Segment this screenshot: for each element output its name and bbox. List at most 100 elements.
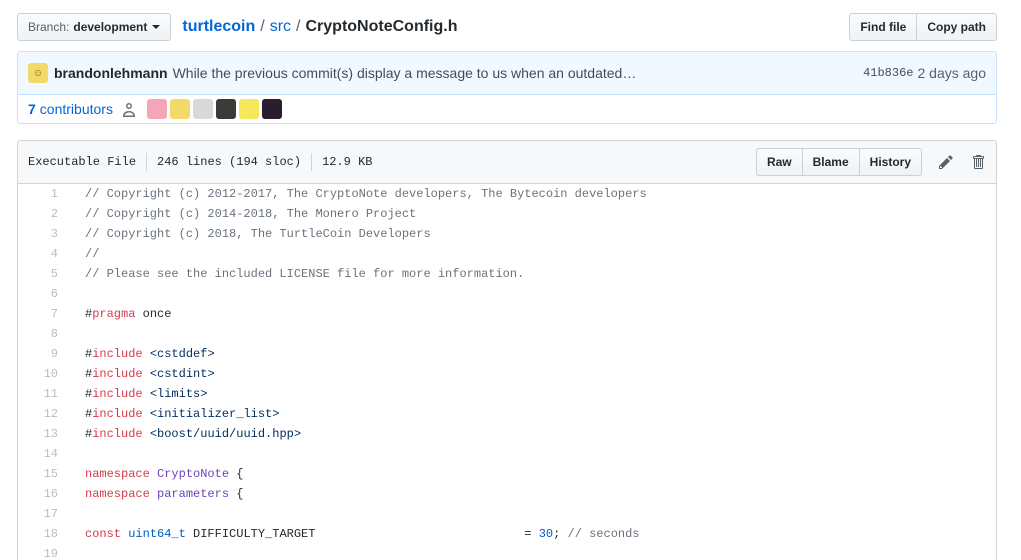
- author-avatar[interactable]: ☺: [28, 63, 48, 83]
- line-source: namespace parameters {: [68, 484, 243, 504]
- code-token: {: [229, 487, 244, 501]
- code-line: 17: [18, 504, 996, 524]
- code-token: namespace: [85, 487, 150, 501]
- line-number[interactable]: 1: [18, 184, 68, 204]
- code-token: // Copyright (c) 2012-2017, The CryptoNo…: [85, 187, 647, 201]
- line-number[interactable]: 5: [18, 264, 68, 284]
- code-token: // Please see the included LICENSE file …: [85, 267, 525, 281]
- code-token: pragma: [92, 307, 136, 321]
- pencil-icon[interactable]: [938, 154, 954, 170]
- line-number[interactable]: 2: [18, 204, 68, 224]
- line-number[interactable]: 6: [18, 284, 68, 304]
- line-number[interactable]: 13: [18, 424, 68, 444]
- divider: [146, 153, 148, 171]
- contributor-avatar[interactable]: [169, 99, 190, 119]
- line-number[interactable]: 3: [18, 224, 68, 244]
- contributor-avatar[interactable]: [215, 99, 236, 119]
- line-source: [68, 544, 85, 560]
- code-token: uint64_t: [128, 527, 186, 541]
- contributors-label[interactable]: contributors: [40, 101, 113, 117]
- line-number[interactable]: 10: [18, 364, 68, 384]
- caret-down-icon: [152, 25, 161, 29]
- trash-icon[interactable]: [970, 154, 986, 170]
- line-source: #include <boost/uuid/uuid.hpp>: [68, 424, 301, 444]
- line-source: #pragma once: [68, 304, 171, 324]
- commit-message-link[interactable]: While the previous commit(s) display a m…: [173, 65, 637, 81]
- code-token: once: [135, 307, 172, 321]
- code-token: // Copyright (c) 2014-2018, The Monero P…: [85, 207, 417, 221]
- contributors-row: 7 contributors: [18, 95, 996, 123]
- contributor-avatar[interactable]: [261, 99, 282, 119]
- code-line: 12 #include <initializer_list>: [18, 404, 996, 424]
- line-source: // Copyright (c) 2014-2018, The Monero P…: [68, 204, 416, 224]
- code-token: <cstddef>: [149, 347, 215, 361]
- line-source: #include <cstdint>: [68, 364, 215, 384]
- line-number[interactable]: 12: [18, 404, 68, 424]
- code-line: 18 const uint64_t DIFFICULTY_TARGET = 30;…: [18, 524, 996, 544]
- history-button[interactable]: History: [859, 148, 922, 176]
- file-mode: Executable File: [28, 155, 137, 169]
- file-button-group: Raw Blame History: [755, 148, 922, 176]
- breadcrumb-dir-link[interactable]: src: [270, 18, 291, 36]
- line-number[interactable]: 9: [18, 344, 68, 364]
- line-source: //: [68, 244, 99, 264]
- code-token: parameters: [157, 487, 230, 501]
- code-token: include: [92, 367, 143, 381]
- commit-tease: ☺ brandonlehmann While the previous comm…: [17, 51, 997, 124]
- line-number[interactable]: 16: [18, 484, 68, 504]
- branch-name: development: [73, 20, 148, 34]
- people-icon: [122, 102, 137, 117]
- code-token: const: [85, 527, 122, 541]
- line-source: [68, 324, 85, 344]
- line-number[interactable]: 11: [18, 384, 68, 404]
- code-token: include: [92, 347, 143, 361]
- file-navigation: Branch: development turtlecoin / src / C…: [17, 13, 997, 41]
- code-line: 4 //: [18, 244, 996, 264]
- find-file-button[interactable]: Find file: [849, 13, 918, 41]
- code-token: ;: [553, 527, 568, 541]
- line-number[interactable]: 4: [18, 244, 68, 264]
- line-number[interactable]: 8: [18, 324, 68, 344]
- line-source: [68, 504, 85, 524]
- commit-sha-link[interactable]: 41b836e: [863, 66, 913, 80]
- line-number[interactable]: 7: [18, 304, 68, 324]
- line-source: namespace CryptoNote {: [68, 464, 243, 484]
- line-number[interactable]: 18: [18, 524, 68, 544]
- breadcrumb-separator: /: [296, 18, 301, 35]
- code-token: // Copyright (c) 2018, The TurtleCoin De…: [85, 227, 431, 241]
- branch-select-button[interactable]: Branch: development: [17, 13, 172, 41]
- breadcrumb-repo-link[interactable]: turtlecoin: [182, 18, 255, 36]
- contributors-count[interactable]: 7: [28, 101, 36, 117]
- line-source: #include <cstddef>: [68, 344, 215, 364]
- code-token: namespace: [85, 467, 150, 481]
- code-token: //: [85, 247, 100, 261]
- contributor-avatar[interactable]: [238, 99, 259, 119]
- raw-button[interactable]: Raw: [755, 148, 803, 176]
- line-number[interactable]: 15: [18, 464, 68, 484]
- line-number[interactable]: 14: [18, 444, 68, 464]
- line-number[interactable]: 17: [18, 504, 68, 524]
- code-view: 1 // Copyright (c) 2012-2017, The CryptoN…: [18, 184, 996, 560]
- code-line: 2 // Copyright (c) 2014-2018, The Monero …: [18, 204, 996, 224]
- latest-commit-row: ☺ brandonlehmann While the previous comm…: [18, 52, 996, 95]
- file-actions: Raw Blame History: [755, 148, 986, 176]
- divider: [311, 153, 313, 171]
- line-source: #include <limits>: [68, 384, 207, 404]
- code-line: 16 namespace parameters {: [18, 484, 996, 504]
- commit-author-link[interactable]: brandonlehmann: [54, 65, 168, 81]
- contributor-avatar[interactable]: [192, 99, 213, 119]
- line-number[interactable]: 19: [18, 544, 68, 560]
- code-token: <initializer_list>: [149, 407, 280, 421]
- copy-path-button[interactable]: Copy path: [917, 13, 997, 41]
- blame-button[interactable]: Blame: [802, 148, 860, 176]
- code-line: 3 // Copyright (c) 2018, The TurtleCoin D…: [18, 224, 996, 244]
- code-token: // seconds: [567, 527, 640, 541]
- code-line: 7 #pragma once: [18, 304, 996, 324]
- contributor-avatar[interactable]: [146, 99, 167, 119]
- line-source: #include <initializer_list>: [68, 404, 279, 424]
